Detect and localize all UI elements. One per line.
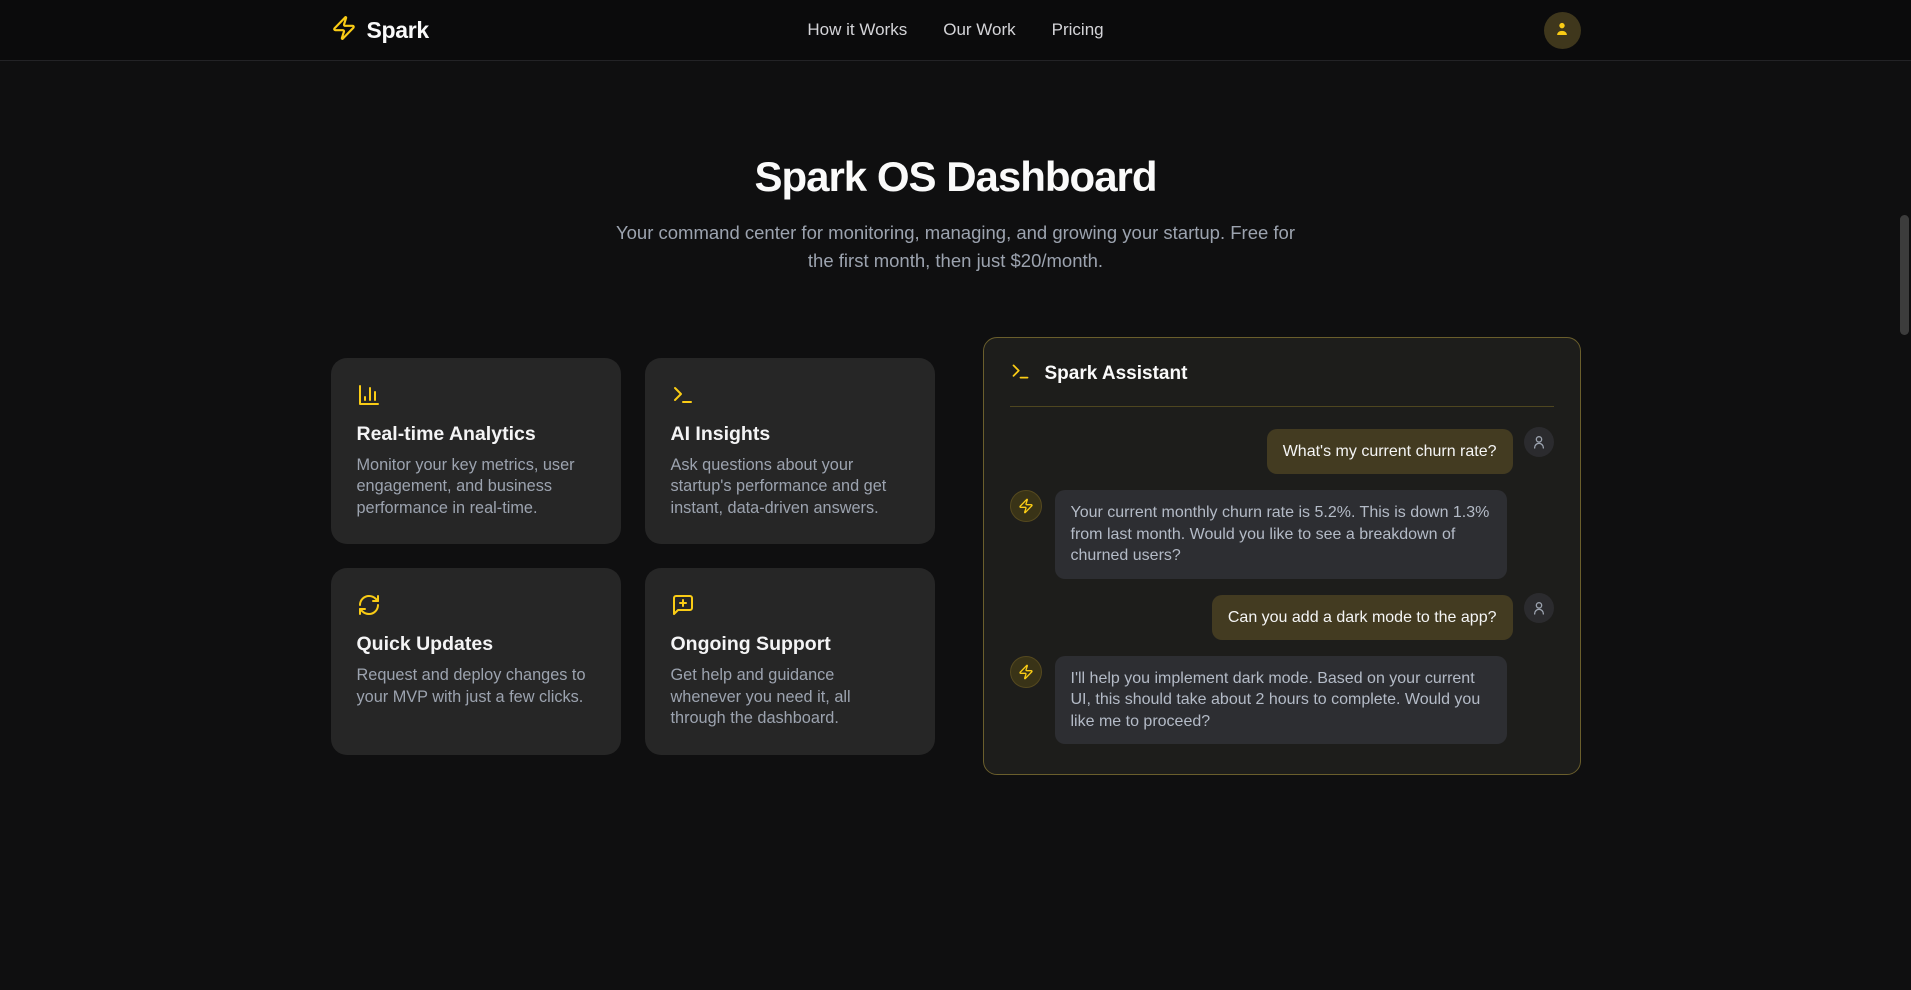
assistant-message-bubble: I'll help you implement dark mode. Based… <box>1055 656 1507 745</box>
refresh-icon <box>357 593 595 617</box>
main-nav: How it Works Our Work Pricing <box>807 20 1103 40</box>
feature-card-ai-insights: AI Insights Ask questions about your sta… <box>645 358 935 545</box>
chat-message-list: What's my current churn rate? Your curre… <box>984 407 1580 774</box>
feature-card-quick-updates: Quick Updates Request and deploy changes… <box>331 568 621 755</box>
chat-message-user: What's my current churn rate? <box>1010 429 1554 474</box>
hero-section: Spark OS Dashboard Your command center f… <box>0 153 1911 275</box>
feature-title: Ongoing Support <box>671 633 909 656</box>
zap-icon <box>1010 490 1042 522</box>
chat-message-assistant: Your current monthly churn rate is 5.2%.… <box>1010 490 1554 579</box>
nav-link-our-work[interactable]: Our Work <box>943 20 1015 40</box>
zap-icon <box>1010 656 1042 688</box>
brand-logo[interactable]: Spark <box>331 15 808 46</box>
terminal-icon <box>671 383 909 407</box>
nav-link-pricing[interactable]: Pricing <box>1052 20 1104 40</box>
assistant-panel-title: Spark Assistant <box>1045 363 1188 385</box>
feature-grid: Real-time Analytics Monitor your key met… <box>331 358 935 755</box>
spark-assistant-panel: Spark Assistant What's my current churn … <box>983 337 1581 775</box>
terminal-icon <box>1010 361 1031 387</box>
user-outline-icon <box>1524 593 1554 623</box>
main-content: Real-time Analytics Monitor your key met… <box>331 337 1581 775</box>
feature-description: Ask questions about your startup's perfo… <box>671 455 909 520</box>
feature-title: Real-time Analytics <box>357 423 595 446</box>
feature-card-realtime-analytics: Real-time Analytics Monitor your key met… <box>331 358 621 545</box>
feature-title: AI Insights <box>671 423 909 446</box>
assistant-message-bubble: Your current monthly churn rate is 5.2%.… <box>1055 490 1507 579</box>
brand-name: Spark <box>367 17 429 44</box>
feature-title: Quick Updates <box>357 633 595 656</box>
page-subtitle: Your command center for monitoring, mana… <box>606 219 1306 275</box>
feature-description: Get help and guidance whenever you need … <box>671 665 909 730</box>
navbar-right <box>1104 12 1581 49</box>
chart-column-icon <box>357 383 595 407</box>
chat-message-user: Can you add a dark mode to the app? <box>1010 595 1554 640</box>
top-navbar: Spark How it Works Our Work Pricing <box>0 0 1911 61</box>
user-filled-icon <box>1553 20 1571 41</box>
user-message-bubble: Can you add a dark mode to the app? <box>1212 595 1513 640</box>
message-square-plus-icon <box>671 593 909 617</box>
nav-link-how-it-works[interactable]: How it Works <box>807 20 907 40</box>
zap-icon <box>331 15 357 46</box>
feature-description: Monitor your key metrics, user engagemen… <box>357 455 595 520</box>
user-outline-icon <box>1524 427 1554 457</box>
chat-message-assistant: I'll help you implement dark mode. Based… <box>1010 656 1554 745</box>
page-scrollbar-thumb[interactable] <box>1900 215 1909 335</box>
feature-description: Request and deploy changes to your MVP w… <box>357 665 595 708</box>
assistant-panel-header: Spark Assistant <box>984 338 1580 406</box>
user-message-bubble: What's my current churn rate? <box>1267 429 1513 474</box>
page-title: Spark OS Dashboard <box>0 153 1911 201</box>
feature-card-ongoing-support: Ongoing Support Get help and guidance wh… <box>645 568 935 755</box>
navbar-inner: Spark How it Works Our Work Pricing <box>331 0 1581 60</box>
user-avatar-button[interactable] <box>1544 12 1581 49</box>
